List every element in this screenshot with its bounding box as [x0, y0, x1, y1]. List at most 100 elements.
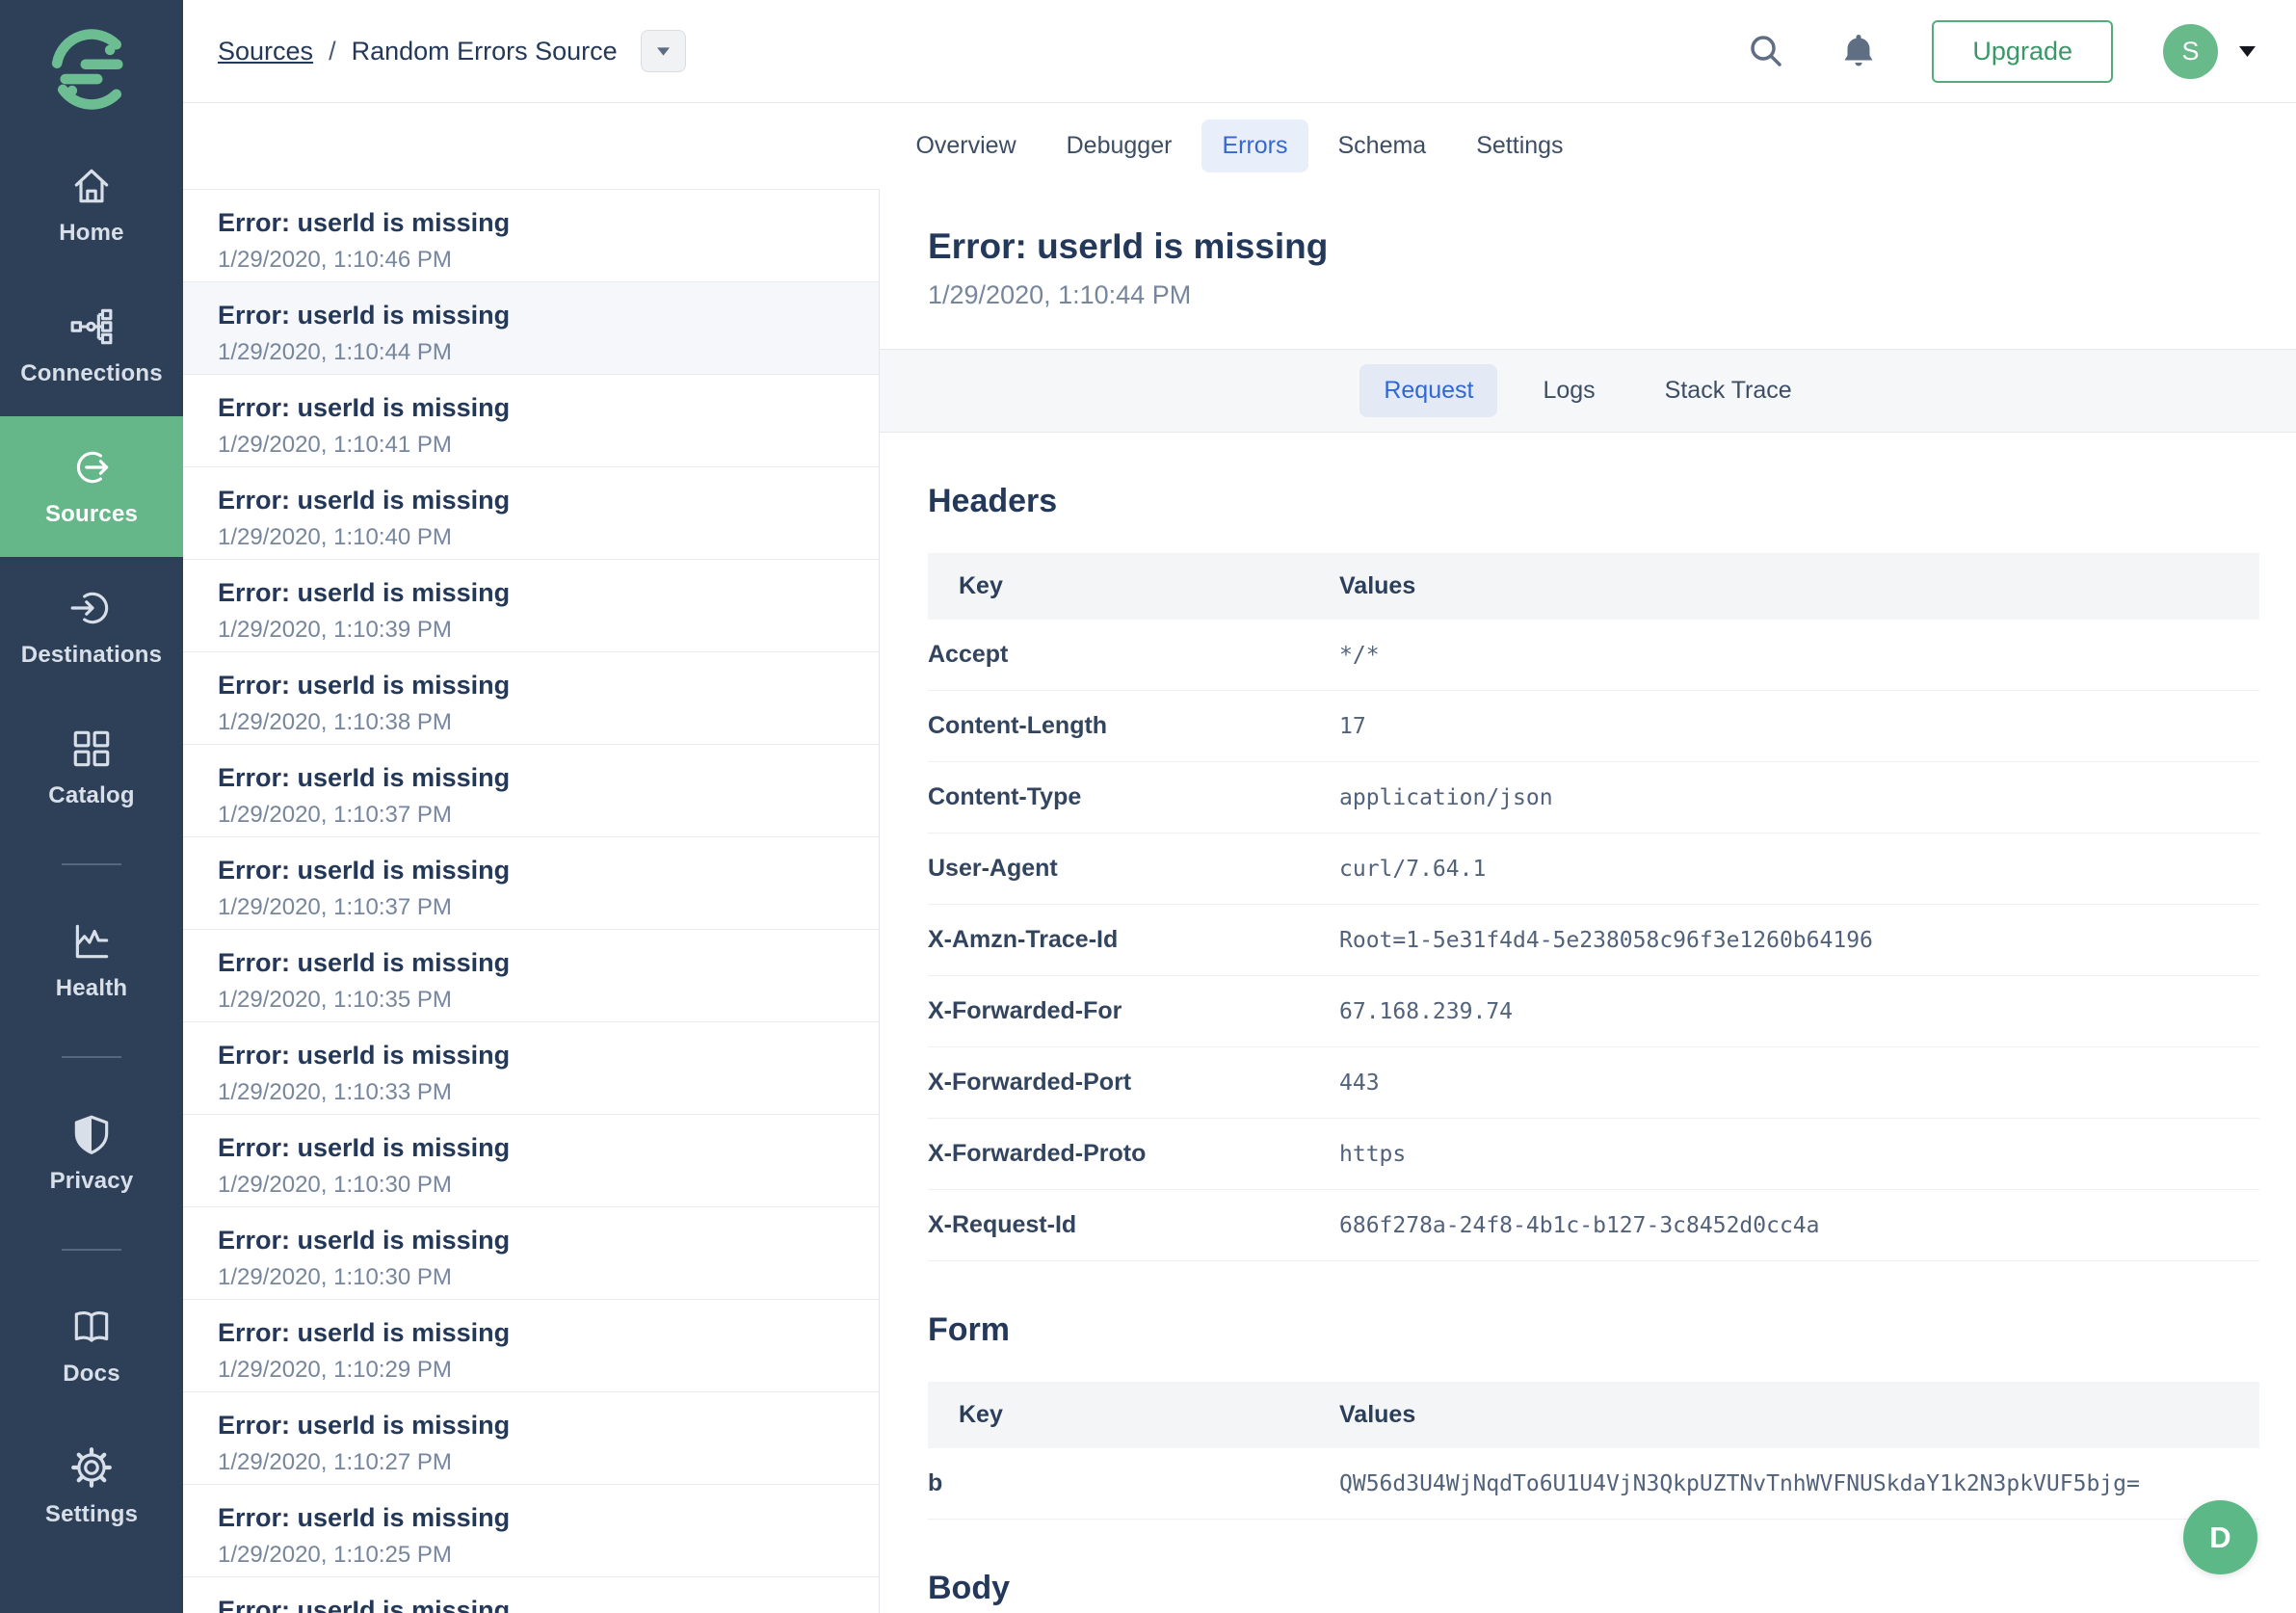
- error-item-title: Error: userId is missing: [218, 1411, 511, 1440]
- error-list-item[interactable]: Error: userId is missing 1/29/2020, 1:10…: [183, 1300, 879, 1392]
- catalog-icon: [69, 727, 114, 771]
- sidebar-divider: [62, 863, 121, 865]
- header-key: X-Request-Id: [928, 1189, 1339, 1261]
- header-value: 67.168.239.74: [1339, 975, 2259, 1047]
- caret-down-icon: [656, 46, 670, 56]
- sidebar-item-connections[interactable]: Connections: [0, 276, 183, 416]
- subtab[interactable]: Request: [1359, 364, 1498, 417]
- tab[interactable]: Debugger: [1046, 119, 1193, 172]
- error-item-title: Error: userId is missing: [218, 763, 511, 792]
- column-header-values: Values: [1339, 553, 2259, 620]
- sidebar-item-settings[interactable]: Settings: [0, 1416, 183, 1557]
- form-section-heading: Form: [928, 1311, 1010, 1348]
- sidebar-item-home[interactable]: Home: [0, 135, 183, 276]
- breadcrumb-current: Random Errors Source: [351, 36, 618, 66]
- error-item-title: Error: userId is missing: [218, 578, 511, 607]
- header-key: Accept: [928, 620, 1339, 691]
- error-item-timestamp: 1/29/2020, 1:10:29 PM: [218, 1357, 452, 1383]
- error-list-item[interactable]: Error: userId is missing 1/29/2020, 1:10…: [183, 1115, 879, 1207]
- error-item-title: Error: userId is missing: [218, 301, 511, 330]
- header-value: 686f278a-24f8-4b1c-b127-3c8452d0cc4a: [1339, 1189, 2259, 1261]
- error-list: Error: userId is missing 1/29/2020, 1:10…: [183, 189, 880, 1613]
- table-row: X-Forwarded-Proto https: [928, 1118, 2259, 1190]
- bell-icon[interactable]: [1839, 32, 1878, 70]
- upgrade-button[interactable]: Upgrade: [1932, 19, 2113, 83]
- error-item-title: Error: userId is missing: [218, 1596, 511, 1613]
- sidebar-item-privacy[interactable]: Privacy: [0, 1083, 183, 1224]
- sidebar-item-sources[interactable]: Sources: [0, 416, 183, 557]
- error-list-item[interactable]: Error: userId is missing 1/29/2020, 1:10…: [183, 282, 879, 375]
- settings-icon: [69, 1445, 114, 1490]
- breadcrumb-sources-link[interactable]: Sources: [218, 37, 313, 66]
- sidebar-item-label: Docs: [63, 1361, 120, 1387]
- header-key: X-Forwarded-For: [928, 975, 1339, 1047]
- error-item-title: Error: userId is missing: [218, 948, 511, 977]
- headers-table: Key Values Accept */* Content-Length 17 …: [928, 553, 2259, 1261]
- error-item-title: Error: userId is missing: [218, 1133, 511, 1162]
- error-item-timestamp: 1/29/2020, 1:10:40 PM: [218, 524, 452, 550]
- sidebar-item-label: Health: [55, 975, 128, 1001]
- chat-widget-button[interactable]: D: [2183, 1500, 2257, 1574]
- error-list-item[interactable]: Error: userId is missing: [183, 1577, 879, 1613]
- subtab[interactable]: Logs: [1518, 364, 1619, 417]
- header-value: 17: [1339, 690, 2259, 762]
- error-list-item[interactable]: Error: userId is missing 1/29/2020, 1:10…: [183, 467, 879, 560]
- error-list-item[interactable]: Error: userId is missing 1/29/2020, 1:10…: [183, 1485, 879, 1577]
- tab[interactable]: Schema: [1318, 119, 1447, 172]
- error-item-timestamp: 1/29/2020, 1:10:37 PM: [218, 894, 452, 920]
- error-item-timestamp: 1/29/2020, 1:10:30 PM: [218, 1264, 452, 1290]
- sidebar-item-health[interactable]: Health: [0, 890, 183, 1031]
- avatar[interactable]: S: [2163, 23, 2218, 79]
- sidebar-divider: [62, 1056, 121, 1058]
- error-list-item[interactable]: Error: userId is missing 1/29/2020, 1:10…: [183, 1207, 879, 1300]
- avatar-caret-down-icon[interactable]: [2239, 45, 2256, 57]
- error-item-timestamp: 1/29/2020, 1:10:25 PM: [218, 1542, 452, 1568]
- error-list-item[interactable]: Error: userId is missing 1/29/2020, 1:10…: [183, 1022, 879, 1115]
- error-list-item[interactable]: Error: userId is missing 1/29/2020, 1:10…: [183, 190, 879, 282]
- error-list-item[interactable]: Error: userId is missing 1/29/2020, 1:10…: [183, 837, 879, 930]
- topbar-actions: Upgrade S: [1747, 19, 2256, 83]
- content-split: Error: userId is missing 1/29/2020, 1:10…: [183, 189, 2296, 1613]
- error-item-timestamp: 1/29/2020, 1:10:27 PM: [218, 1449, 452, 1475]
- error-detail-header: Error: userId is missing 1/29/2020, 1:10…: [880, 189, 2296, 310]
- source-switcher-dropdown[interactable]: [640, 30, 686, 72]
- header-key: User-Agent: [928, 833, 1339, 905]
- breadcrumb-separator: /: [329, 36, 336, 66]
- home-icon: [69, 164, 114, 208]
- column-header-values: Values: [1339, 1382, 2259, 1448]
- docs-icon: [69, 1305, 114, 1349]
- error-item-title: Error: userId is missing: [218, 1226, 511, 1255]
- error-item-title: Error: userId is missing: [218, 1041, 511, 1070]
- search-icon[interactable]: [1747, 32, 1785, 70]
- form-table-head-row: Key Values: [928, 1382, 2259, 1448]
- error-list-item[interactable]: Error: userId is missing 1/29/2020, 1:10…: [183, 1392, 879, 1485]
- header-value: 443: [1339, 1046, 2259, 1119]
- error-list-item[interactable]: Error: userId is missing 1/29/2020, 1:10…: [183, 652, 879, 745]
- error-item-timestamp: 1/29/2020, 1:10:35 PM: [218, 987, 452, 1013]
- headers-table-head-row: Key Values: [928, 553, 2259, 620]
- header-value: https: [1339, 1118, 2259, 1190]
- error-item-title: Error: userId is missing: [218, 486, 511, 515]
- tab[interactable]: Settings: [1456, 119, 1583, 172]
- error-item-title: Error: userId is missing: [218, 671, 511, 700]
- error-item-title: Error: userId is missing: [218, 208, 511, 237]
- sidebar-item-catalog[interactable]: Catalog: [0, 698, 183, 838]
- sidebar-item-destinations[interactable]: Destinations: [0, 557, 183, 698]
- sidebar-item-docs[interactable]: Docs: [0, 1276, 183, 1416]
- error-list-item[interactable]: Error: userId is missing 1/29/2020, 1:10…: [183, 745, 879, 837]
- error-list-item[interactable]: Error: userId is missing 1/29/2020, 1:10…: [183, 560, 879, 652]
- tab[interactable]: Overview: [895, 119, 1036, 172]
- error-list-item[interactable]: Error: userId is missing 1/29/2020, 1:10…: [183, 930, 879, 1022]
- health-icon: [69, 919, 114, 964]
- table-row: b QW56d3U4WjNqdTo6U1U4VjN3QkpUZTNvTnhWVF…: [928, 1448, 2259, 1520]
- column-header-key: Key: [928, 553, 1339, 620]
- tab[interactable]: Errors: [1201, 119, 1308, 172]
- detail-body: Headers Key Values Accept */* Content-Le…: [880, 483, 2296, 1613]
- table-row: Accept */*: [928, 620, 2259, 691]
- error-list-item[interactable]: Error: userId is missing 1/29/2020, 1:10…: [183, 375, 879, 467]
- subtab[interactable]: Stack Trace: [1641, 364, 1816, 417]
- form-value: QW56d3U4WjNqdTo6U1U4VjN3QkpUZTNvTnhWVFNU…: [1339, 1448, 2259, 1520]
- table-row: Content-Length 17: [928, 690, 2259, 762]
- error-item-timestamp: 1/29/2020, 1:10:44 PM: [218, 339, 452, 365]
- header-key: X-Forwarded-Port: [928, 1046, 1339, 1119]
